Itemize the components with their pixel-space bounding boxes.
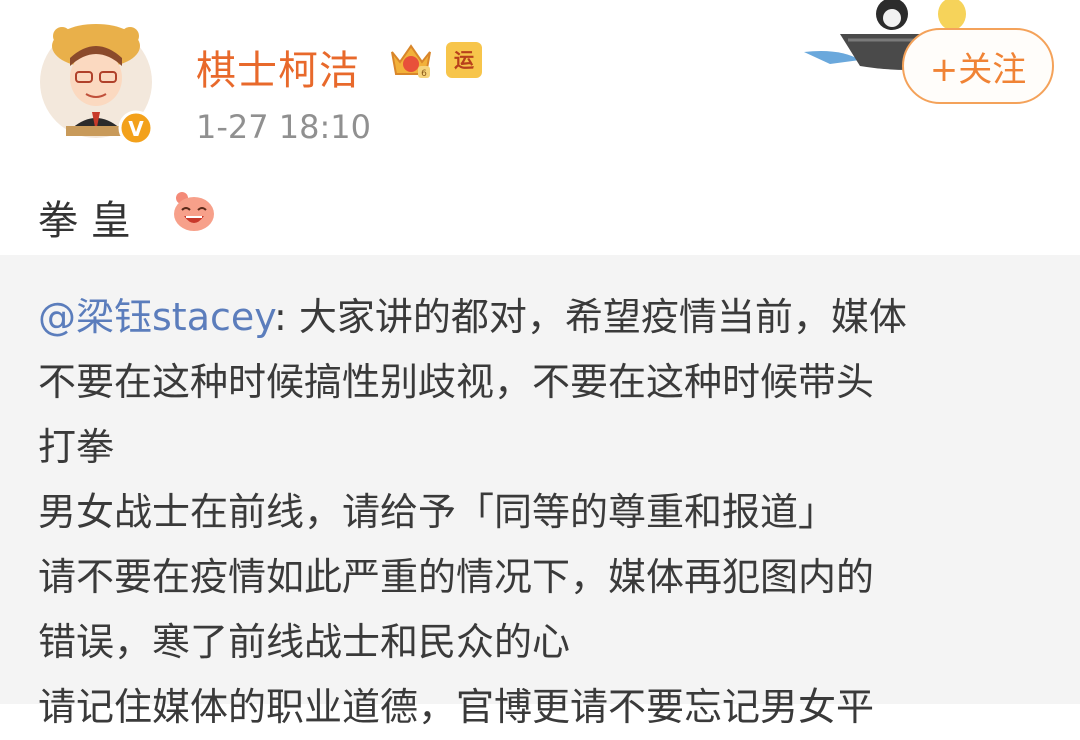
quote-line: 打拳 xyxy=(38,425,115,469)
post-header: V 棋士柯洁 6 运 1-27 18:10 +关注 拳 皇 xyxy=(0,0,1080,255)
laughing-emoji-icon xyxy=(174,192,214,231)
post-text: 拳 皇 xyxy=(38,198,131,244)
quote-line: 错误，寒了前线战士和民众的心 xyxy=(38,620,571,664)
svg-text:V: V xyxy=(128,117,144,141)
quote-line: 请记住媒体的职业道德，官博更请不要忘记男女平 xyxy=(38,685,875,729)
svg-text:6: 6 xyxy=(421,69,427,79)
yun-badge-icon: 运 xyxy=(446,42,482,78)
quote-line: @梁钰stacey: 大家讲的都对，希望疫情当前，媒体 xyxy=(38,285,1068,350)
quote-line-text: : 大家讲的都对，希望疫情当前，媒体 xyxy=(273,295,907,339)
username[interactable]: 棋士柯洁 xyxy=(196,38,360,96)
quote-line: 不要在这种时候搞性别歧视，不要在这种时候带头 xyxy=(38,360,875,404)
quoted-text: @梁钰stacey: 大家讲的都对，希望疫情当前，媒体 不要在这种时候搞性别歧视… xyxy=(38,285,1068,740)
follow-button[interactable]: +关注 xyxy=(902,28,1054,104)
quote-line: 请不要在疫情如此严重的情况下，媒体再犯图内的 xyxy=(38,555,875,599)
mention-link[interactable]: @梁钰stacey xyxy=(38,295,274,339)
quote-line: 男女战士在前线，请给予「同等的尊重和报道」 xyxy=(38,490,837,534)
quoted-post[interactable]: @梁钰stacey: 大家讲的都对，希望疫情当前，媒体 不要在这种时候搞性别歧视… xyxy=(0,255,1080,729)
crown-badge-icon: 6 xyxy=(391,44,431,79)
post-timestamp: 1-27 18:10 xyxy=(196,108,372,146)
avatar[interactable]: V xyxy=(38,16,156,148)
